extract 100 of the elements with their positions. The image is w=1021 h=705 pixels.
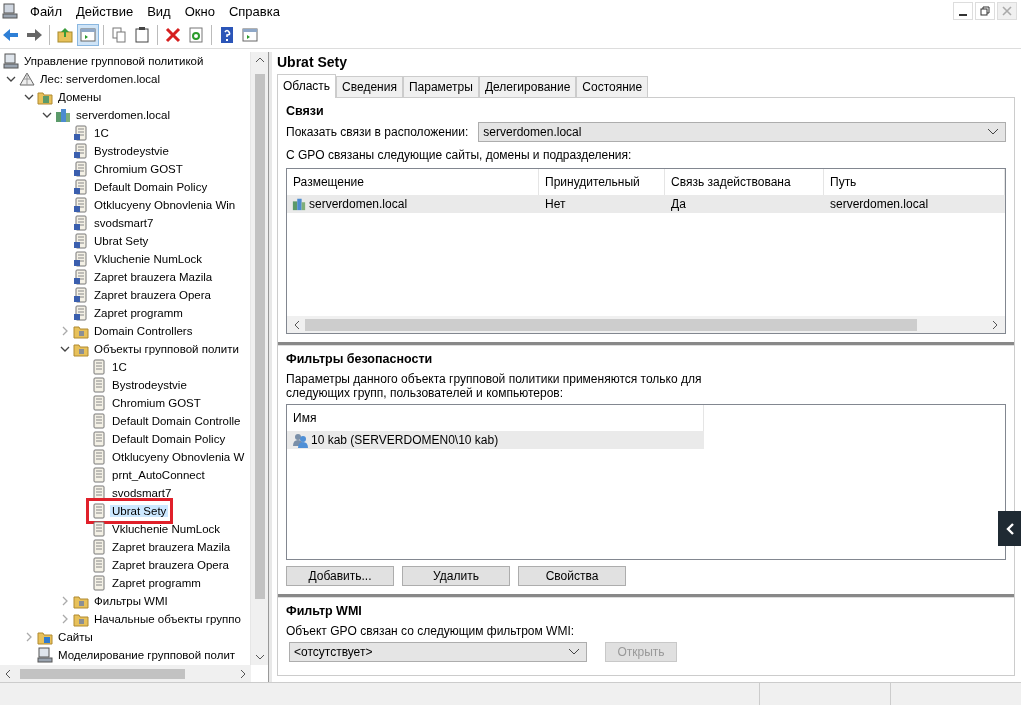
tree-item[interactable]: 1C (92, 127, 111, 139)
tree-item[interactable]: serverdomen.local (74, 109, 172, 121)
tree-item[interactable]: Default Domain Policy (110, 433, 228, 445)
scroll-icon (91, 413, 107, 429)
table-cell: serverdomen.local (309, 197, 408, 211)
menu-item[interactable]: Справка (222, 3, 288, 19)
scroll-icon (73, 197, 89, 213)
tree-item[interactable]: Default Domain Policy (92, 181, 210, 193)
building-icon (291, 197, 307, 211)
field-label: Объект GPO связан со следующим фильтром WMI: (286, 624, 576, 638)
scroll-icon (91, 503, 107, 519)
dropdown-icon (568, 648, 580, 656)
action-button[interactable]: Удалить (402, 566, 510, 586)
tab[interactable]: Состояние (576, 76, 649, 97)
menu-item[interactable]: Вид (141, 3, 179, 19)
tree-item[interactable]: Zapret brauzera Mazila (110, 541, 233, 553)
scroll-up-icon[interactable] (254, 56, 265, 64)
tab[interactable]: Параметры (402, 76, 479, 97)
scroll-right-icon[interactable] (239, 668, 247, 679)
tree-item[interactable]: Фильтры WMI (92, 595, 170, 607)
building-icon (55, 107, 71, 123)
tree-item[interactable]: Otklucyeny Obnovlenia Win (92, 199, 238, 211)
tree-item[interactable]: Zapret programm (92, 307, 185, 319)
scrollbar[interactable] (250, 52, 268, 665)
scroll-left-icon[interactable] (4, 668, 12, 679)
tree-item[interactable]: Сайты (56, 631, 95, 643)
panel-button[interactable] (77, 24, 99, 46)
console-icon (37, 647, 53, 663)
scroll-icon (91, 449, 107, 465)
folder-icon (73, 341, 89, 357)
folder-icon (73, 323, 89, 339)
scroll-icon (73, 269, 89, 285)
table-row[interactable]: serverdomen.local Нет Да serverdomen.local (287, 195, 1005, 213)
folder-icon (73, 611, 89, 627)
tree-item[interactable]: Chromium GOST (110, 397, 203, 409)
tree-item[interactable]: Chromium GOST (92, 163, 185, 175)
scrollbar[interactable] (0, 665, 251, 682)
tree-item[interactable]: Domain Controllers (92, 325, 195, 337)
chevron-down-icon[interactable] (42, 110, 52, 120)
menu-item[interactable]: Действие (69, 3, 142, 19)
tab[interactable]: Область (277, 74, 337, 98)
list-row[interactable]: 10 kab (SERVERDOMEN0\10 kab) (287, 431, 704, 449)
table-cell: serverdomen.local (830, 197, 929, 211)
scroll-down-icon[interactable] (254, 653, 265, 661)
tree-item[interactable]: Zapret brauzera Opera (92, 289, 213, 301)
scroll-icon (91, 539, 107, 555)
tree-item[interactable]: Zapret brauzera Mazila (92, 271, 215, 283)
scroll-thumb[interactable] (254, 74, 265, 599)
tree-item[interactable]: Моделирование групповой полит (56, 649, 238, 661)
tree-item[interactable]: Ubrat Sety (92, 235, 151, 247)
chevron-down-icon[interactable] (60, 344, 70, 354)
minimize-button[interactable] (953, 2, 973, 20)
location-dropdown[interactable]: serverdomen.local (478, 122, 1006, 142)
action-button[interactable]: Свойства (518, 566, 626, 586)
scroll-right-icon[interactable] (991, 319, 999, 330)
menu-item[interactable]: Файл (24, 3, 70, 19)
tree-item[interactable]: Лес: serverdomen.local (38, 73, 163, 85)
chevron-down-icon[interactable] (24, 92, 34, 102)
tree-item[interactable]: Zapret programm (110, 577, 203, 589)
tree-item[interactable]: Начальные объекты группо (92, 613, 243, 625)
tree-item[interactable]: Ubrat Sety (110, 505, 169, 517)
column-header[interactable]: Имя (293, 411, 317, 425)
tree-item[interactable]: prnt_AutoConnect (110, 469, 207, 481)
collapse-tab[interactable] (998, 511, 1021, 546)
minimize-icon (959, 14, 967, 16)
tab[interactable]: Делегирование (478, 76, 577, 97)
tree-item[interactable]: Vkluchenie NumLock (110, 523, 223, 535)
scroll-icon (91, 467, 107, 483)
scroll-left-icon[interactable] (293, 319, 301, 330)
scroll-thumb[interactable] (305, 318, 917, 331)
scroll-icon (73, 215, 89, 231)
tree-item[interactable]: Otklucyeny Obnovlenia W (110, 451, 247, 463)
scroll-icon (91, 521, 107, 537)
restore-button[interactable] (975, 2, 995, 20)
tree-item[interactable]: Bystrodeystvie (110, 379, 189, 391)
tree-item[interactable]: svodsmart7 (92, 217, 156, 229)
tree-item[interactable]: Домены (56, 91, 104, 103)
tree-item[interactable]: 1C (110, 361, 129, 373)
tree-item[interactable]: Объекты групповой полити (92, 343, 241, 355)
scrollbar[interactable] (287, 316, 1005, 333)
users-icon (293, 432, 309, 448)
scroll-thumb[interactable] (20, 668, 185, 679)
tree-item[interactable]: Zapret brauzera Opera (110, 559, 231, 571)
chevron-down-icon[interactable] (6, 74, 16, 84)
section-heading: Фильтр WMI (286, 604, 363, 618)
app-icon[interactable] (2, 3, 18, 19)
tree-item[interactable]: Vkluchenie NumLock (92, 253, 205, 265)
scroll-icon (91, 395, 107, 411)
action-button[interactable]: Добавить... (286, 566, 394, 586)
tree-item[interactable]: Default Domain Controlle (110, 415, 243, 427)
wmi-dropdown[interactable]: <отсутствует> (289, 642, 587, 662)
dropdown-icon (987, 128, 999, 136)
tab[interactable]: Сведения (336, 76, 403, 97)
menu-item[interactable]: Окно (178, 3, 223, 19)
tree-item[interactable]: Bystrodeystvie (92, 145, 171, 157)
tree-item[interactable]: Управление групповой политикой (22, 55, 206, 67)
section-heading: Фильтры безопасности (286, 352, 434, 366)
folder-icon (73, 593, 89, 609)
tree-item[interactable]: svodsmart7 (110, 487, 174, 499)
triangle-icon (19, 71, 35, 87)
